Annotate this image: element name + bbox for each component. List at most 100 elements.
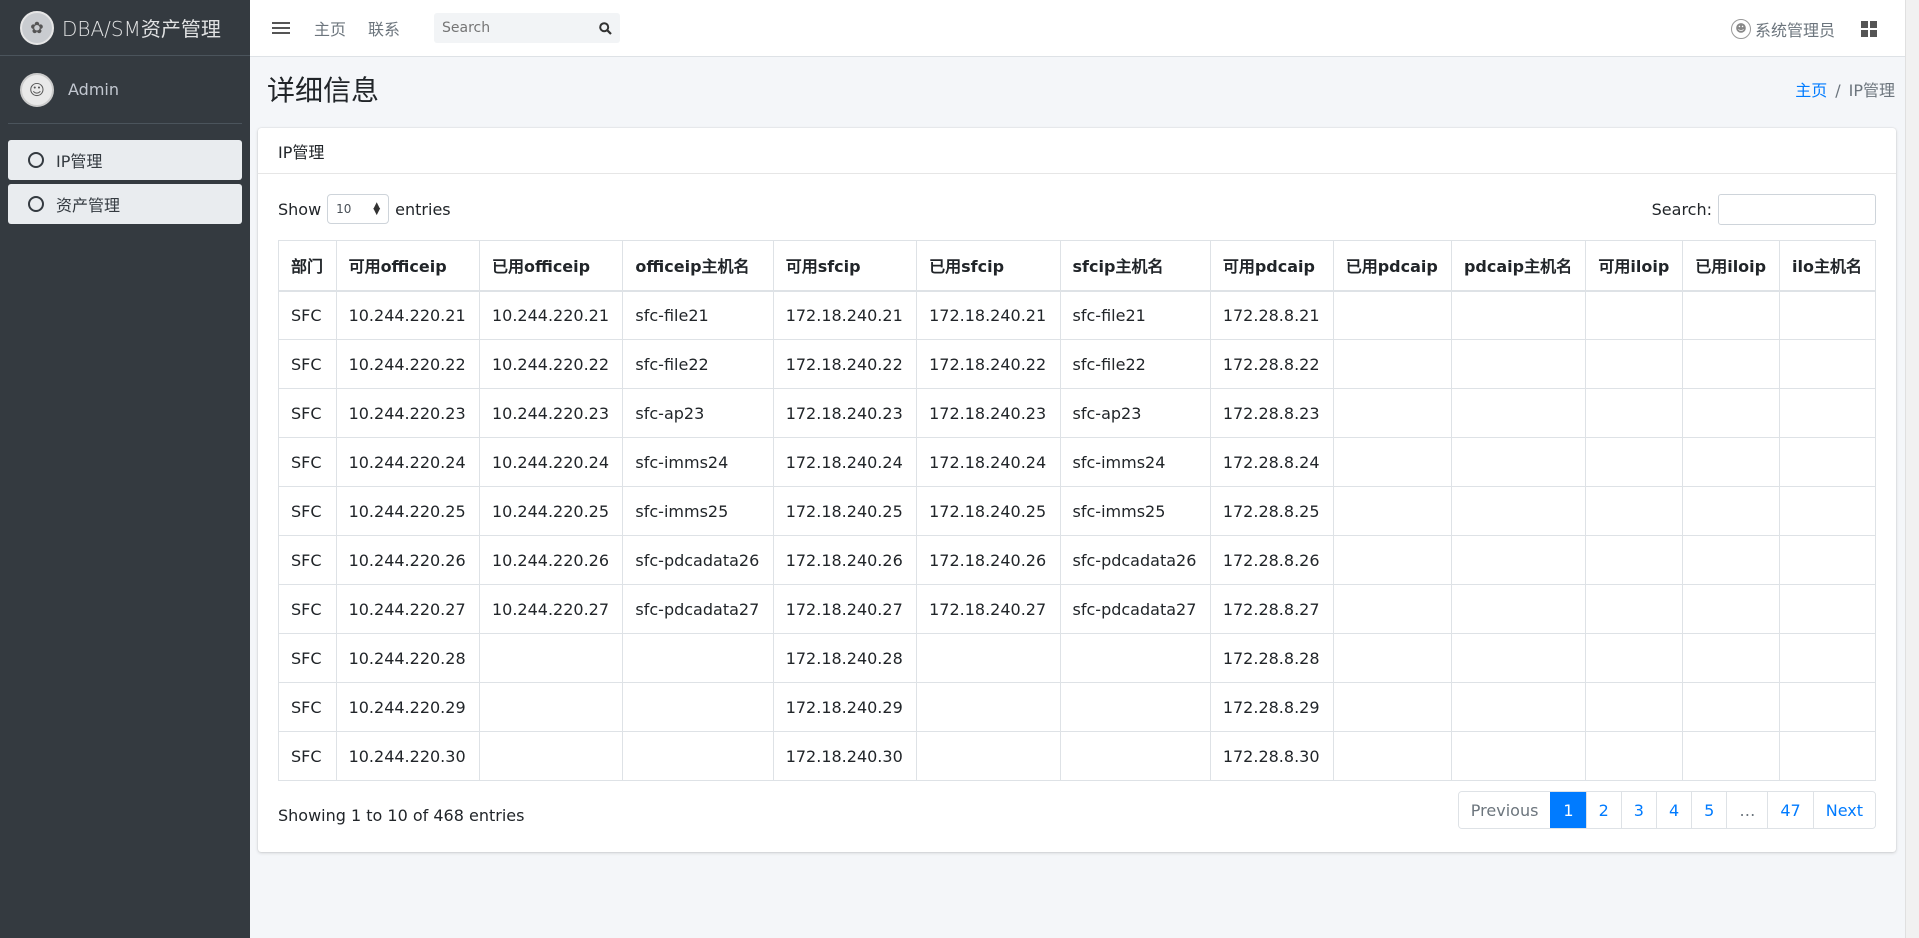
column-header[interactable]: sfcip主机名 (1059, 240, 1211, 292)
column-header[interactable]: 可用sfcip (772, 240, 918, 292)
sidebar-item-ip-management[interactable]: IP管理 (8, 140, 242, 180)
search-button[interactable] (590, 13, 620, 43)
page-button[interactable]: 4 (1655, 792, 1692, 828)
table-cell (1450, 584, 1587, 634)
table-row: SFC 10.244.220.23 10.244.220.23 sfc-ap23 172… (278, 388, 1876, 438)
table-cell (1682, 388, 1781, 438)
column-header[interactable]: 可用officeip (335, 240, 480, 292)
table-cell: 172.18.240.24 (772, 437, 918, 487)
nav-link-home[interactable]: 主页 (314, 16, 346, 40)
column-header[interactable]: officeip主机名 (622, 240, 774, 292)
entries-select[interactable]: 10 ▲ ▼ (327, 194, 390, 224)
table-cell (1332, 633, 1452, 683)
table-cell (1779, 535, 1876, 585)
page-button[interactable]: 5 (1691, 792, 1727, 828)
table-cell: SFC (278, 388, 337, 438)
column-header[interactable]: 可用pdcaip (1209, 240, 1334, 292)
admin-label: 系统管理员 (1754, 20, 1835, 40)
column-header[interactable]: 可用iloip (1585, 240, 1684, 292)
column-header[interactable]: 已用sfcip (916, 240, 1061, 292)
table-info: Showing 1 to 10 of 468 entries (278, 806, 525, 825)
page-button[interactable]: 47 (1767, 792, 1813, 828)
table-cell: sfc-file21 (622, 290, 774, 340)
table-cell (1450, 437, 1587, 487)
table-cell: 10.244.220.27 (478, 584, 624, 634)
table-cell: 10.244.220.27 (335, 584, 480, 634)
table-cell: 172.18.240.23 (916, 388, 1061, 438)
column-header[interactable]: pdcaip主机名 (1450, 240, 1587, 292)
table-cell (1332, 388, 1452, 438)
table-cell: 10.244.220.22 (335, 339, 480, 389)
breadcrumb-home-link[interactable]: 主页 (1795, 81, 1827, 100)
table-cell (1779, 290, 1876, 340)
entries-control: Show 10 ▲ ▼ entries (278, 194, 451, 224)
table-cell: SFC (278, 486, 337, 536)
menu-toggle-icon[interactable] (272, 19, 290, 37)
column-header[interactable]: ilo主机名 (1779, 240, 1876, 292)
table-cell (1332, 290, 1452, 340)
table-cell (1779, 584, 1876, 634)
table-cell: 172.18.240.25 (916, 486, 1061, 536)
table-header-row: 部门 可用officeip 已用officeip officeip主机名 可用sfcip… (278, 240, 1876, 292)
table-cell (1779, 388, 1876, 438)
table-cell (1585, 437, 1684, 487)
table-cell: 10.244.220.26 (478, 535, 624, 585)
next-page-button[interactable]: Next (1812, 792, 1875, 828)
table-cell: SFC (278, 290, 337, 340)
page-button[interactable]: 3 (1620, 792, 1656, 828)
user-panel[interactable]: ☺ Admin (8, 56, 242, 124)
column-header[interactable]: 已用officeip (478, 240, 624, 292)
ip-management-card: IP管理 Show 10 ▲ ▼ entries Search: 部门 可用offi… (258, 128, 1896, 852)
table-cell (1779, 682, 1876, 732)
column-header[interactable]: 部门 (278, 240, 337, 292)
table-cell (1450, 486, 1587, 536)
table-cell: 172.18.240.27 (772, 584, 918, 634)
sidebar-item-label: IP管理 (56, 152, 103, 171)
column-header[interactable]: 已用pdcaip (1332, 240, 1452, 292)
admin-menu[interactable]: ☻ 系统管理员 (1730, 17, 1835, 41)
table-cell (1332, 584, 1452, 634)
table-cell: sfc-ap23 (622, 388, 774, 438)
table-cell (1450, 535, 1587, 585)
brand-logo-icon: ✿ (20, 10, 54, 45)
table-row: SFC 10.244.220.26 10.244.220.26 sfc-pdcadat… (278, 535, 1876, 585)
table-cell: sfc-imms24 (1059, 437, 1211, 487)
table-cell: sfc-pdcadata26 (1059, 535, 1211, 585)
table-search-input[interactable] (1718, 194, 1876, 225)
table-cell: sfc-file22 (622, 339, 774, 389)
table-row: SFC 10.244.220.29 172.18.240.29 172.28.8.29 (278, 682, 1876, 732)
table-cell: sfc-imms24 (622, 437, 774, 487)
search-icon (598, 21, 612, 35)
table-cell: sfc-file21 (1059, 290, 1211, 340)
select-arrows-icon: ▲ ▼ (373, 201, 381, 217)
table-cell: 10.244.220.24 (335, 437, 480, 487)
table-cell (1450, 290, 1587, 340)
brand-link[interactable]: ✿ DBA/SM资产管理 (0, 0, 250, 56)
nav-link-contact[interactable]: 联系 (368, 16, 400, 40)
sidebar: ✿ DBA/SM资产管理 ☺ Admin IP管理 资产管理 (0, 0, 250, 938)
user-name[interactable]: Admin (68, 80, 119, 99)
table-cell (916, 633, 1061, 683)
table-cell: 172.18.240.23 (772, 388, 918, 438)
table-cell (916, 682, 1061, 732)
previous-page-button[interactable]: Previous (1458, 792, 1551, 828)
page-button[interactable]: 2 (1585, 792, 1621, 828)
entries-select-value: 10 (336, 202, 352, 216)
table-cell (478, 633, 624, 683)
table-cell: 172.28.8.28 (1209, 633, 1334, 683)
sidebar-item-asset-management[interactable]: 资产管理 (8, 184, 242, 224)
table-cell: 172.28.8.26 (1209, 535, 1334, 585)
apps-grid-icon[interactable] (1861, 20, 1877, 37)
table-cell: 10.244.220.22 (478, 339, 624, 389)
table-cell: 172.18.240.22 (772, 339, 918, 389)
table-cell (1585, 584, 1684, 634)
table-cell (1332, 731, 1452, 781)
table-cell (622, 633, 774, 683)
search-input[interactable] (434, 20, 591, 36)
scrollbar[interactable] (1905, 0, 1919, 938)
table-cell: 172.18.240.30 (772, 731, 918, 781)
column-header[interactable]: 已用iloip (1682, 240, 1781, 292)
table-row: SFC 10.244.220.22 10.244.220.22 sfc-file22 1… (278, 339, 1876, 389)
table-row: SFC 10.244.220.30 172.18.240.30 172.28.8.30 (278, 731, 1876, 781)
page-button[interactable]: 1 (1550, 792, 1586, 828)
